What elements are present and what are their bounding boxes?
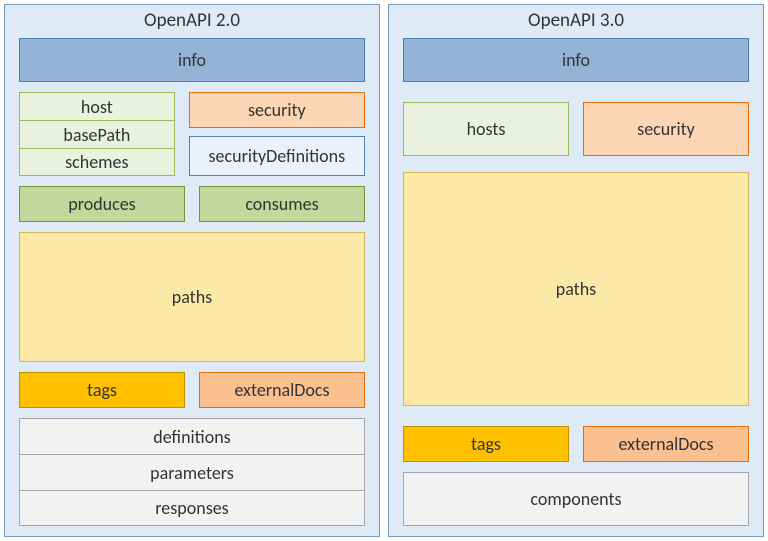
row-host-security: host basePath schemes security securityD… xyxy=(19,92,365,176)
block-basepath: basePath xyxy=(19,120,175,148)
panel-openapi-2: OpenAPI 2.0 info host basePath schemes s… xyxy=(4,4,380,537)
block-tags: tags xyxy=(19,372,185,408)
block-tags-3: tags xyxy=(403,426,569,462)
stack-defs: definitions parameters responses xyxy=(19,418,365,526)
block-consumes: consumes xyxy=(199,186,365,222)
panel-title-left: OpenAPI 2.0 xyxy=(5,5,379,38)
block-externaldocs-3: externalDocs xyxy=(583,426,749,462)
block-components: components xyxy=(403,472,749,526)
block-responses: responses xyxy=(19,490,365,526)
panel-content-right: info hosts security paths tags externalD… xyxy=(389,38,763,536)
panel-content-left: info host basePath schemes security secu… xyxy=(5,38,379,536)
panel-openapi-3: OpenAPI 3.0 info hosts security paths ta… xyxy=(388,4,764,537)
block-info: info xyxy=(19,38,365,82)
block-paths-3: paths xyxy=(403,172,749,406)
stack-host: host basePath schemes xyxy=(19,92,175,176)
block-securitydefinitions: securityDefinitions xyxy=(189,136,365,176)
block-info-3: info xyxy=(403,38,749,82)
block-definitions: definitions xyxy=(19,418,365,454)
block-host: host xyxy=(19,92,175,120)
block-externaldocs: externalDocs xyxy=(199,372,365,408)
panel-title-right: OpenAPI 3.0 xyxy=(389,5,763,38)
comparison-diagram: OpenAPI 2.0 info host basePath schemes s… xyxy=(4,4,764,537)
block-security: security xyxy=(189,92,365,128)
stack-security: security securityDefinitions xyxy=(189,92,365,176)
row-tags-externaldocs: tags externalDocs xyxy=(19,372,365,408)
block-hosts: hosts xyxy=(403,102,569,156)
row-tags-externaldocs-3: tags externalDocs xyxy=(403,426,749,462)
block-parameters: parameters xyxy=(19,454,365,490)
block-produces: produces xyxy=(19,186,185,222)
row-produces-consumes: produces consumes xyxy=(19,186,365,222)
block-paths: paths xyxy=(19,232,365,362)
block-security-3: security xyxy=(583,102,749,156)
row-hosts-security: hosts security xyxy=(403,102,749,156)
block-schemes: schemes xyxy=(19,148,175,176)
